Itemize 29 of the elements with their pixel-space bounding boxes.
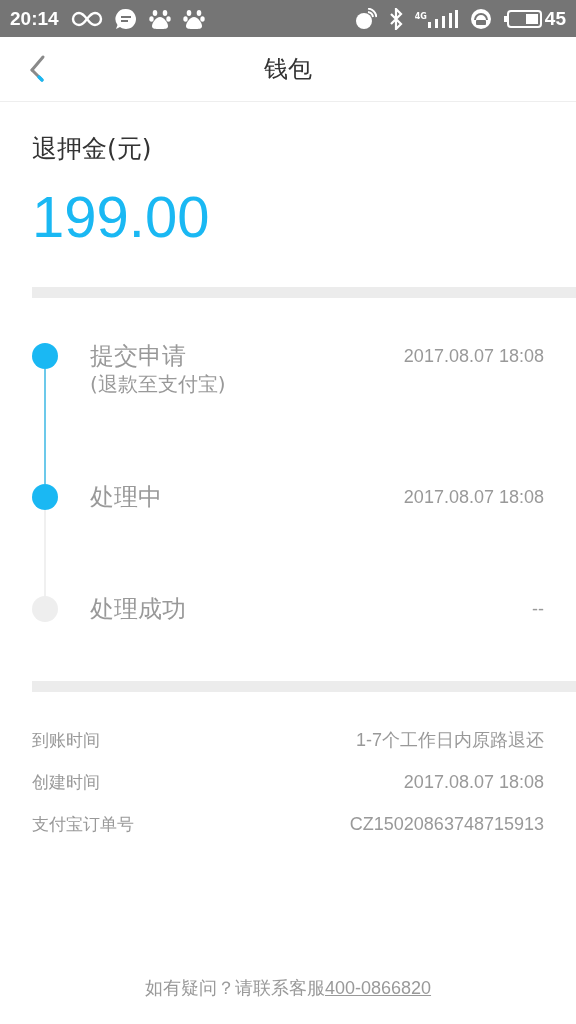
chat-icon — [114, 7, 137, 30]
bluetooth-icon — [388, 7, 403, 30]
page-title: 钱包 — [264, 54, 312, 85]
battery-icon — [503, 9, 542, 28]
detail-value: CZ15020863748715913 — [349, 813, 544, 836]
step-note: (退款至支付宝) — [90, 371, 227, 398]
step-title: 提交申请 — [90, 343, 187, 369]
infinity-icon — [70, 9, 103, 28]
detail-value: 2017.08.07 18:08 — [403, 771, 544, 794]
detail-label: 支付宝订单号 — [32, 813, 134, 836]
signal-icon — [427, 9, 458, 28]
satellite-icon — [354, 7, 377, 30]
step-time: -- — [532, 598, 544, 621]
help-text: 如有疑问？请联系客服 — [144, 977, 325, 998]
detail-value: 1-7个工作日内原路退还 — [356, 729, 544, 752]
step-time: 2017.08.07 18:08 — [403, 345, 544, 368]
network-type: 4G — [414, 11, 427, 21]
paw-icon — [148, 7, 171, 30]
phone-link[interactable]: 400-0866820 — [324, 978, 432, 998]
status-time: 20:14 — [10, 7, 59, 30]
step-title: 处理中 — [90, 484, 163, 510]
step-title: 处理成功 — [90, 596, 187, 622]
step-time: 2017.08.07 18:08 — [403, 486, 544, 509]
refund-amount: 199.00 — [32, 183, 211, 250]
detail-label: 创建时间 — [32, 771, 100, 794]
refund-label: 退押金(元) — [32, 133, 153, 165]
paw-icon — [182, 7, 205, 30]
battery-level: 45 — [544, 7, 566, 30]
detail-label: 到账时间 — [32, 729, 100, 752]
